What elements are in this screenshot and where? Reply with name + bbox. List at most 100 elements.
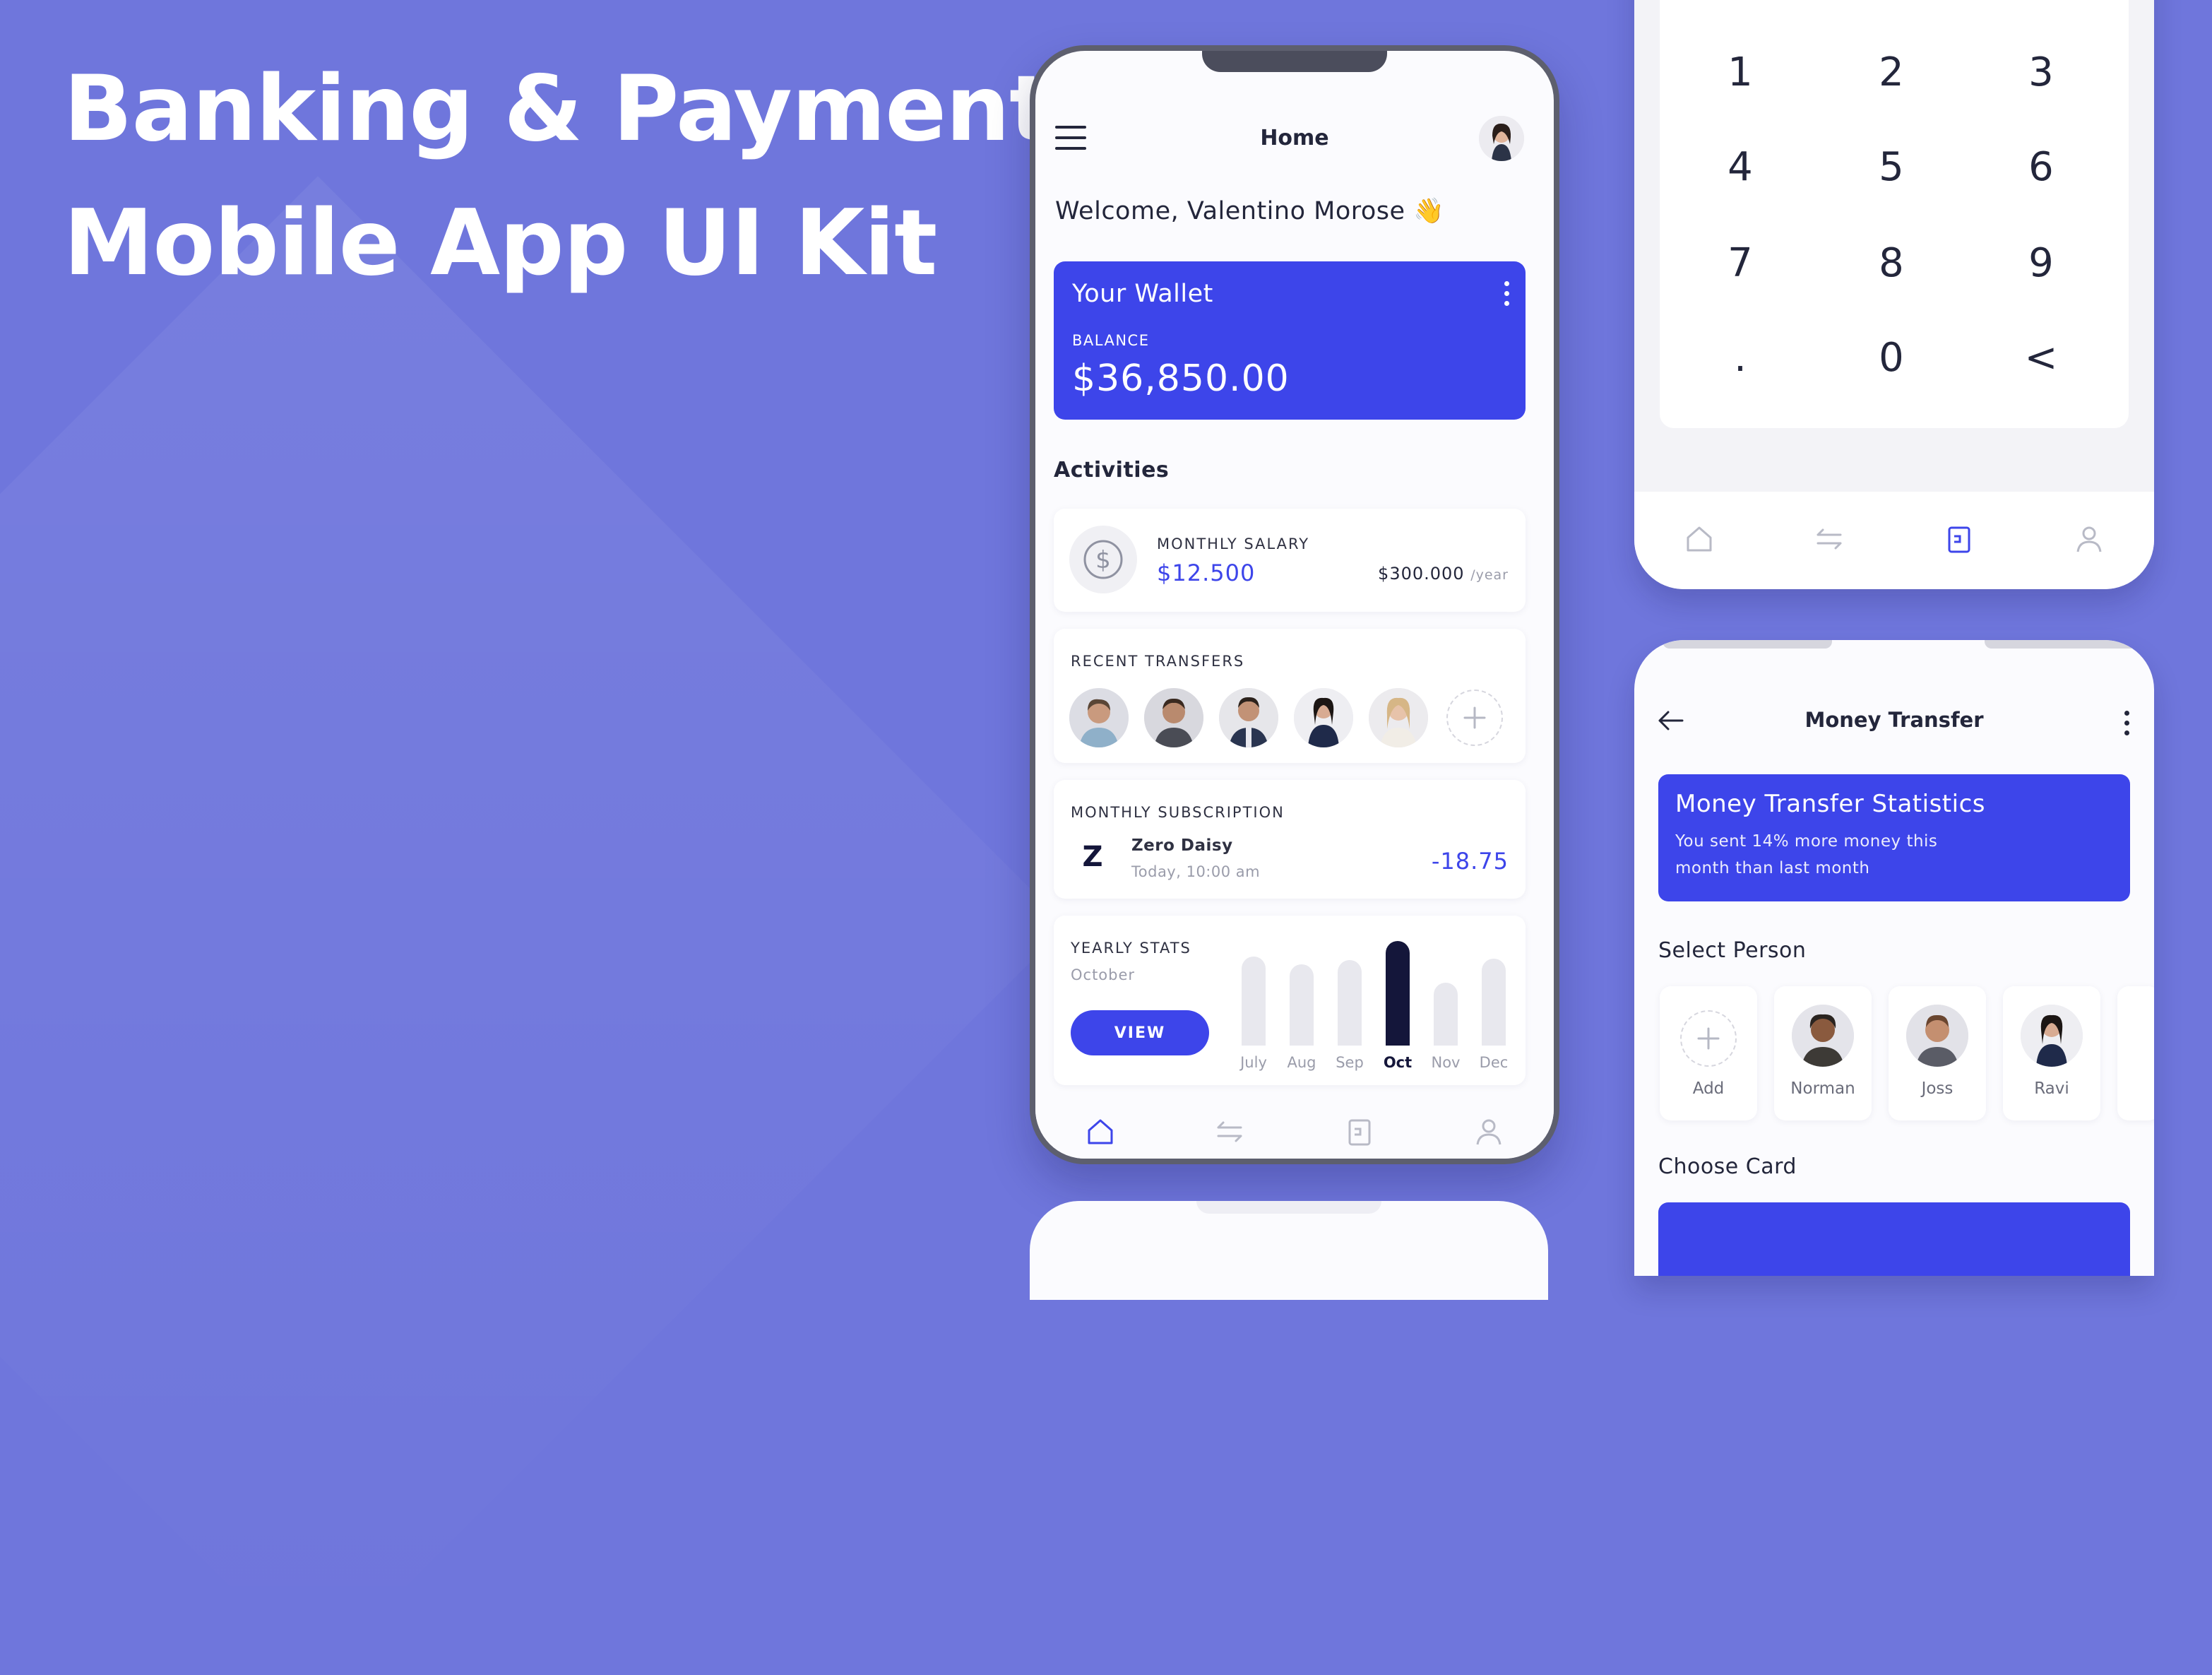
yearly-stats-label: YEARLY STATS: [1071, 940, 1191, 957]
person-name: Ravi: [2034, 1079, 2069, 1098]
key-decimal[interactable]: .: [1698, 335, 1783, 381]
salary-yearly: $300.000 /year: [1378, 564, 1509, 584]
stats-bar-nov[interactable]: [1434, 983, 1458, 1046]
subscription-time: Today, 10:00 am: [1131, 863, 1261, 880]
bottom-nav: [1035, 1105, 1554, 1159]
person-name: Norman: [1790, 1079, 1855, 1098]
money-transfer-phone: Money Transfer Money Transfer Statistics…: [1634, 640, 2154, 1276]
person-name: Joss: [1921, 1079, 1954, 1098]
phone-notch: [1196, 1201, 1381, 1214]
salary-value: $12.500: [1157, 560, 1256, 586]
hero-line-1: Banking & Payment: [64, 57, 1052, 162]
recent-transfers-card: RECENT TRANSFERS: [1054, 629, 1526, 763]
yearly-stats-month: October: [1071, 966, 1136, 983]
stats-bar-sep[interactable]: [1338, 960, 1362, 1046]
person-avatar: [1792, 1005, 1854, 1067]
stats-month-label: Aug: [1287, 1054, 1316, 1071]
wallet-title: Your Wallet: [1072, 280, 1213, 308]
hero-title: Banking & Payment Mobile App UI Kit: [64, 42, 1052, 311]
partial-phone: [1030, 1201, 1548, 1300]
home-icon[interactable]: [1682, 522, 1716, 559]
salary-yearly-value: $300.000: [1378, 564, 1465, 584]
key-9[interactable]: 9: [1999, 240, 2083, 286]
key-6[interactable]: 6: [1999, 144, 2083, 190]
subscription-name: Zero Daisy: [1131, 836, 1233, 855]
stats-bar-oct[interactable]: [1386, 941, 1410, 1046]
wallet-card[interactable]: Your Wallet BALANCE $36,850.00: [1054, 261, 1526, 420]
balance-label: BALANCE: [1072, 332, 1150, 349]
page-title: Home: [1260, 126, 1329, 150]
stats-month-label: Oct: [1383, 1054, 1413, 1071]
stat-line-1: You sent 14% more money this: [1675, 832, 1938, 851]
phone-notch: [1202, 51, 1387, 72]
key-backspace[interactable]: <: [1999, 335, 2083, 381]
balance-value: $36,850.00: [1072, 357, 1290, 400]
svg-text:$: $: [1095, 546, 1111, 574]
status-bar-right: [1985, 640, 2154, 649]
card-option[interactable]: [1658, 1202, 2130, 1276]
zero-daisy-logo-icon: Z: [1082, 841, 1103, 873]
person-add[interactable]: Add: [1660, 986, 1757, 1120]
key-7[interactable]: 7: [1698, 240, 1783, 286]
transfer-avatar-4[interactable]: [1294, 688, 1353, 747]
stats-month-label: Nov: [1431, 1054, 1461, 1071]
stats-bar-dec[interactable]: [1482, 959, 1506, 1046]
key-8[interactable]: 8: [1849, 240, 1934, 286]
subscription-card[interactable]: MONTHLY SUBSCRIPTION Z Zero Daisy Today,…: [1054, 780, 1526, 899]
more-options-icon[interactable]: [1504, 281, 1510, 306]
person-partial[interactable]: [2117, 986, 2154, 1120]
key-1[interactable]: 1: [1698, 49, 1783, 95]
keypad-phone: 1 2 3 4 5 6 7 8 9 . 0 <: [1634, 0, 2154, 589]
person-norman[interactable]: Norman: [1774, 986, 1872, 1120]
transfer-avatar-5[interactable]: [1369, 688, 1428, 747]
view-button[interactable]: VIEW: [1071, 1010, 1209, 1055]
stats-month-label: Sep: [1336, 1054, 1364, 1071]
key-2[interactable]: 2: [1849, 49, 1934, 95]
transfer-avatar-1[interactable]: [1069, 688, 1129, 747]
welcome-text: Welcome, Valentino Morose 👋: [1055, 197, 1445, 225]
key-4[interactable]: 4: [1698, 144, 1783, 190]
stat-line-2: month than last month: [1675, 859, 1870, 877]
add-transfer-icon[interactable]: [1446, 689, 1503, 746]
stats-month-label: Dec: [1479, 1054, 1509, 1071]
person-ravi[interactable]: Ravi: [2003, 986, 2100, 1120]
stats-month-label: July: [1240, 1054, 1267, 1071]
choose-card-title: Choose Card: [1658, 1154, 1797, 1179]
keypad-bottom-nav: [1634, 492, 2154, 589]
key-0[interactable]: 0: [1849, 335, 1934, 381]
transfer-avatar-2[interactable]: [1144, 688, 1203, 747]
salary-card[interactable]: $ MONTHLY SALARY $12.500 $300.000 /year: [1054, 509, 1526, 612]
transfer-stats-card: Money Transfer Statistics You sent 14% m…: [1658, 774, 2130, 901]
home-icon[interactable]: [1083, 1115, 1117, 1152]
stats-bar-aug[interactable]: [1290, 964, 1314, 1046]
dollar-icon: $: [1069, 526, 1137, 593]
home-phone: Home Welcome, Valentino Morose 👋 Your Wa…: [1030, 45, 1559, 1164]
profile-icon[interactable]: [2072, 522, 2106, 559]
stats-bar-july[interactable]: [1242, 957, 1266, 1046]
select-person-title: Select Person: [1658, 938, 1807, 963]
key-3[interactable]: 3: [1999, 49, 2083, 95]
transfer-arrows-icon[interactable]: [1213, 1115, 1247, 1152]
transfer-arrows-icon[interactable]: [1812, 522, 1846, 559]
more-options-icon[interactable]: [2124, 711, 2130, 735]
salary-yearly-unit: /year: [1470, 567, 1509, 583]
keypad: 1 2 3 4 5 6 7 8 9 . 0 <: [1660, 0, 2129, 428]
add-person-icon: [1680, 1010, 1737, 1067]
salary-label: MONTHLY SALARY: [1157, 535, 1310, 552]
stat-title: Money Transfer Statistics: [1675, 790, 1985, 818]
person-avatar: [1906, 1005, 1968, 1067]
activities-title: Activities: [1054, 458, 1170, 483]
profile-icon[interactable]: [1472, 1115, 1506, 1152]
person-avatar: [2021, 1005, 2083, 1067]
user-avatar[interactable]: [1479, 116, 1524, 161]
money-transfer-title: Money Transfer: [1804, 708, 1984, 732]
transfer-avatar-3[interactable]: [1219, 688, 1278, 747]
key-5[interactable]: 5: [1849, 144, 1934, 190]
yearly-stats-chart: July Aug Sep Oct Nov Dec: [1230, 930, 1520, 1071]
card-icon[interactable]: [1942, 522, 1976, 559]
recent-transfers-label: RECENT TRANSFERS: [1071, 653, 1245, 670]
person-joss[interactable]: Joss: [1889, 986, 1986, 1120]
person-name: Add: [1692, 1079, 1725, 1098]
card-icon[interactable]: [1343, 1115, 1376, 1152]
subscription-label: MONTHLY SUBSCRIPTION: [1071, 804, 1285, 821]
